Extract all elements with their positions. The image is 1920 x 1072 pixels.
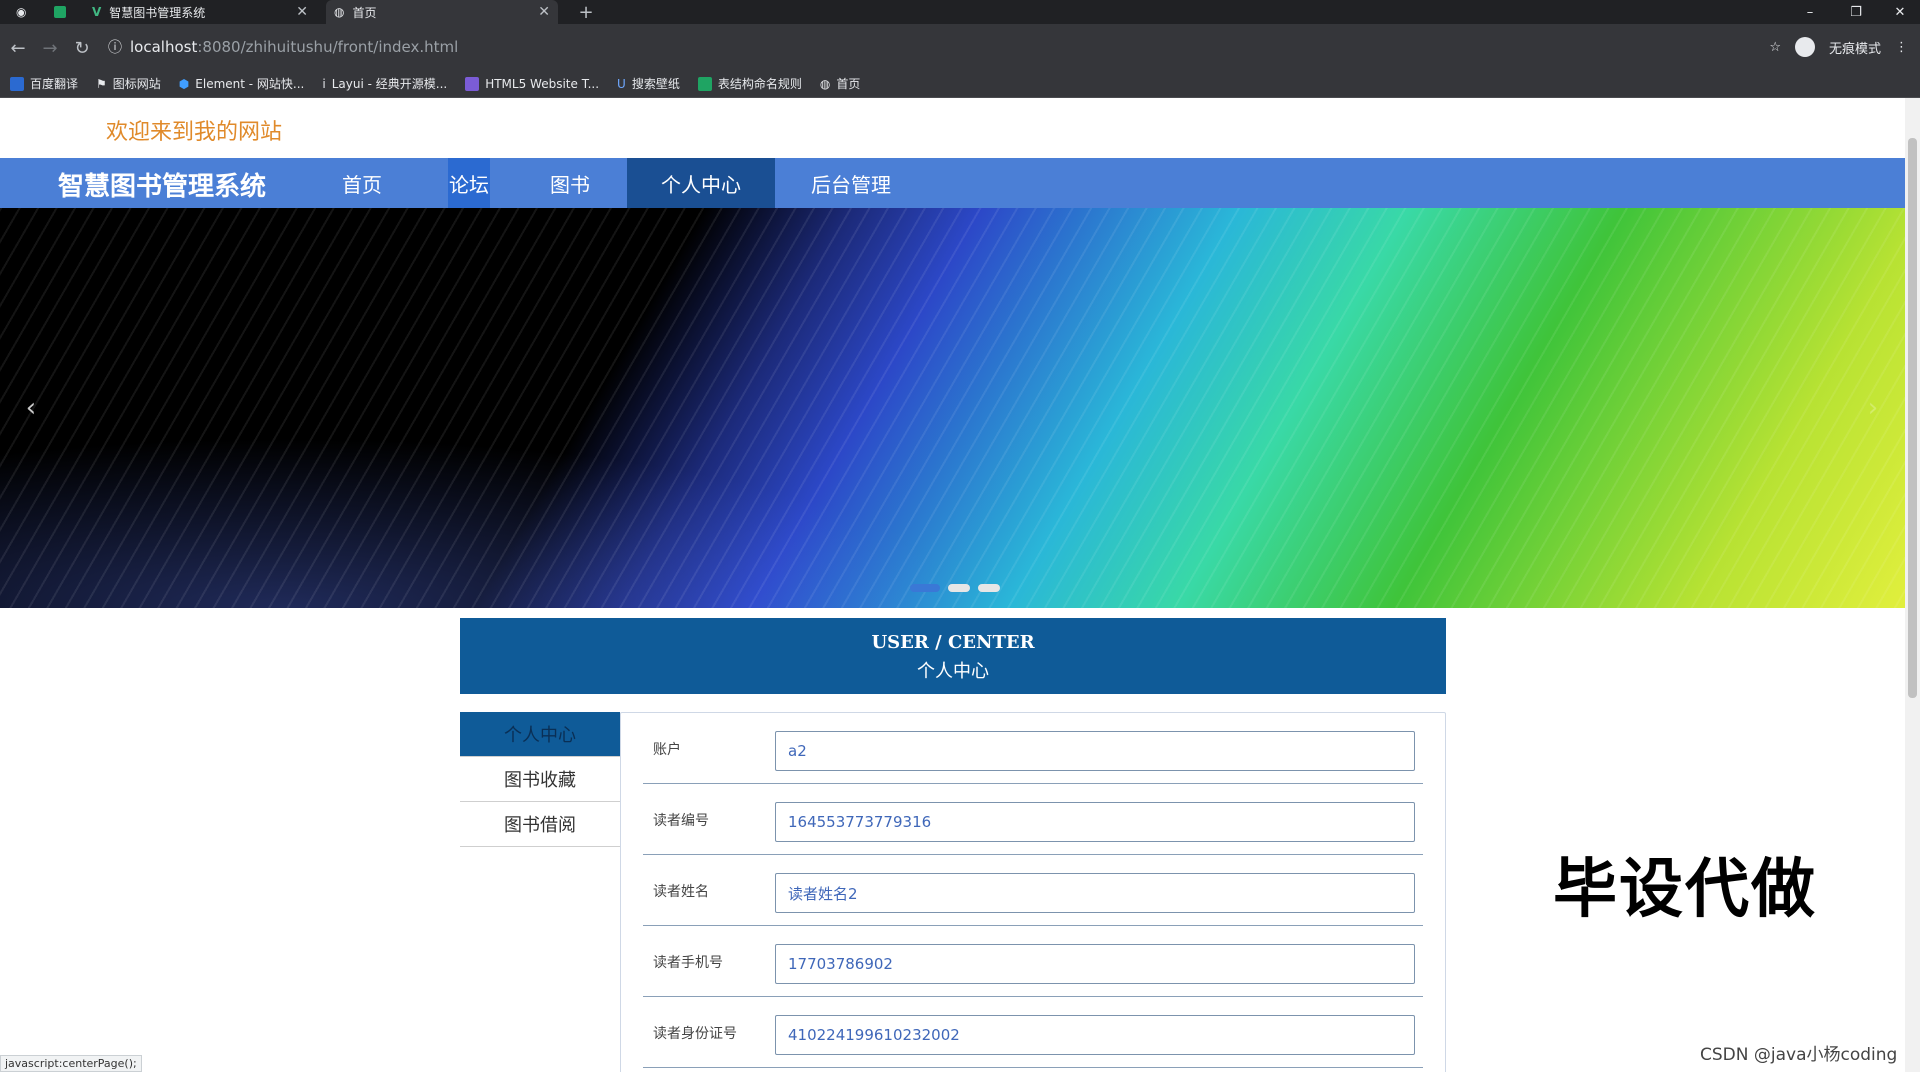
carousel-dot[interactable] xyxy=(910,584,940,592)
browser-tab-strip: ◉ V 智慧图书管理系统 ✕ ◍ 首页 ✕ + – ❐ ✕ xyxy=(0,0,1920,24)
html5-icon xyxy=(465,76,480,91)
tab-title: 首页 xyxy=(352,5,377,20)
menu-item-borrowing[interactable]: 图书借阅 xyxy=(460,802,620,847)
minimize-icon[interactable]: – xyxy=(1788,0,1832,24)
element-icon: ⬢ xyxy=(178,76,190,91)
reader-id-input[interactable]: 164553773779316 xyxy=(775,802,1415,842)
more-menu-icon[interactable]: ⋮ xyxy=(1895,40,1908,55)
field-label: 读者编号 xyxy=(653,813,709,829)
url-host: localhost xyxy=(130,38,198,56)
chevron-right-icon[interactable]: › xyxy=(1858,388,1888,428)
incognito-icon xyxy=(1794,37,1815,57)
bookmark-item[interactable]: ◍ 首页 xyxy=(820,75,861,92)
phone-input[interactable]: 17703786902 xyxy=(775,944,1415,984)
bookmark-item[interactable]: ⬢ Element - 网站快... xyxy=(179,75,305,92)
nav-forum[interactable]: 论坛 xyxy=(448,158,490,208)
new-tab-button[interactable]: + xyxy=(574,0,598,24)
page-scrollbar[interactable] xyxy=(1905,98,1920,1072)
field-label: 读者手机号 xyxy=(653,955,723,971)
globe-icon: ◍ xyxy=(819,76,831,91)
bookmark-item[interactable]: 百度翻译 xyxy=(10,75,78,92)
star-icon[interactable]: ☆ xyxy=(1769,40,1781,55)
scrollbar-thumb[interactable] xyxy=(1908,138,1917,698)
user-center-header: USER / CENTER 个人中心 xyxy=(460,618,1446,694)
globe-icon: ◍ xyxy=(334,5,345,19)
id-card-input[interactable]: 410224199610232002 xyxy=(775,1015,1415,1055)
chevron-left-icon[interactable]: ‹ xyxy=(16,388,46,428)
csdn-credit: CSDN @java小杨coding xyxy=(1700,1045,1898,1065)
nav-admin[interactable]: 后台管理 xyxy=(790,158,912,208)
field-label: 读者姓名 xyxy=(653,884,709,900)
vue-icon: V xyxy=(92,5,102,19)
main-navigation: 智慧图书管理系统 首页 论坛 图书 个人中心 后台管理 xyxy=(0,158,1905,208)
menu-item-profile[interactable]: 个人中心 xyxy=(460,712,620,757)
nav-books[interactable]: 图书 xyxy=(524,158,616,208)
close-icon[interactable]: ✕ xyxy=(538,4,550,20)
watermark-text: 毕设代做 xyxy=(1553,853,1817,927)
nav-home[interactable]: 首页 xyxy=(316,158,408,208)
bookmark-item[interactable]: 表结构命名规则 xyxy=(697,75,802,92)
profile-label[interactable]: 无痕模式 xyxy=(1829,38,1881,57)
reader-name-input[interactable]: 读者姓名2 xyxy=(775,873,1415,913)
bookmark-item[interactable]: U 搜索壁纸 xyxy=(617,75,680,92)
sheet-icon xyxy=(697,76,712,91)
user-center-title-en: USER / CENTER xyxy=(871,632,1035,653)
profile-form: 账户 a2 读者编号 164553773779316 读者姓名 读者姓名2 读者… xyxy=(620,712,1446,1072)
carousel-dot[interactable] xyxy=(978,584,1000,592)
url-path: :8080/zhihuitushu/front/index.html xyxy=(197,38,459,56)
tab-home[interactable]: ◍ 首页 ✕ xyxy=(326,0,558,24)
form-row-reader-id: 读者编号 164553773779316 xyxy=(643,784,1423,855)
close-icon[interactable]: ✕ xyxy=(296,4,308,20)
bookmark-item[interactable]: HTML5 Website T... xyxy=(465,76,599,91)
carousel-indicators xyxy=(910,584,1000,592)
back-icon[interactable]: ← xyxy=(6,36,30,60)
close-window-icon[interactable]: ✕ xyxy=(1878,0,1920,24)
app-tab-icon[interactable] xyxy=(46,0,74,24)
browser-menu-icon[interactable]: ◉ xyxy=(8,0,36,24)
welcome-text: 欢迎来到我的网站 xyxy=(106,120,283,145)
site-brand: 智慧图书管理系统 xyxy=(58,172,267,202)
info-icon: ⓘ xyxy=(108,40,122,56)
bookmark-item[interactable]: ⚑ 图标网站 xyxy=(96,75,161,92)
user-center-title-cn: 个人中心 xyxy=(917,661,989,682)
status-bar: javascript:centerPage(); xyxy=(0,1055,142,1072)
nav-user-center[interactable]: 个人中心 xyxy=(627,158,775,208)
tab-admin-system[interactable]: V 智慧图书管理系统 ✕ xyxy=(84,0,316,24)
field-label: 读者身份证号 xyxy=(653,1026,737,1042)
carousel-dot[interactable] xyxy=(948,584,970,592)
banner-carousel[interactable]: ‹ › xyxy=(0,208,1905,608)
account-input[interactable]: a2 xyxy=(775,731,1415,771)
reload-icon[interactable]: ↻ xyxy=(70,36,94,60)
forward-icon[interactable]: → xyxy=(38,36,62,60)
menu-item-favorites[interactable]: 图书收藏 xyxy=(460,757,620,802)
layui-icon: ⅰ xyxy=(322,76,326,91)
bookmarks-bar: 百度翻译 ⚑ 图标网站 ⬢ Element - 网站快... ⅰ Layui - 经典… xyxy=(0,70,1920,98)
form-row-reader-name: 读者姓名 读者姓名2 xyxy=(643,855,1423,926)
form-row-account: 账户 a2 xyxy=(643,713,1423,784)
user-center-menu: 个人中心 图书收藏 图书借阅 xyxy=(460,712,620,847)
restore-icon[interactable]: ❐ xyxy=(1834,0,1878,24)
translate-icon xyxy=(10,76,24,91)
wallpaper-icon: U xyxy=(617,76,626,91)
form-row-id-card: 读者身份证号 410224199610232002 xyxy=(643,997,1423,1068)
address-bar-row: ← → ↻ ⓘ localhost:8080/zhihuitushu/front… xyxy=(0,24,1920,70)
form-row-phone: 读者手机号 17703786902 xyxy=(643,926,1423,997)
banner-image xyxy=(0,208,1905,608)
tab-title: 智慧图书管理系统 xyxy=(109,5,206,20)
url-field[interactable]: ⓘ localhost:8080/zhihuitushu/front/index… xyxy=(108,32,1768,62)
bookmark-item[interactable]: ⅰ Layui - 经典开源模... xyxy=(322,75,447,92)
flag-icon: ⚑ xyxy=(96,76,107,91)
field-label: 账户 xyxy=(653,742,681,758)
